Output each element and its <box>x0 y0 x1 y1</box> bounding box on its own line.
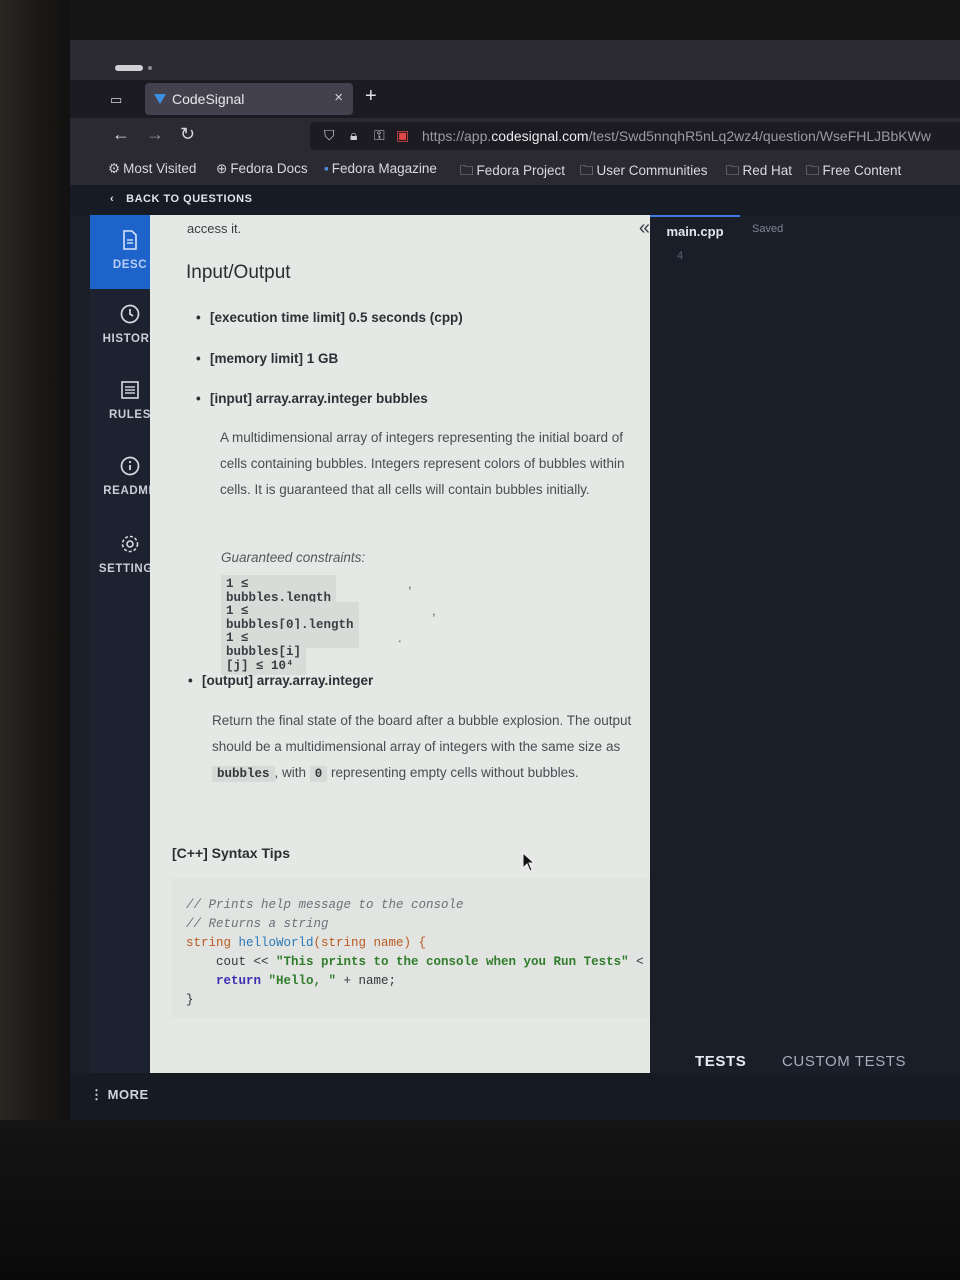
constraint-3: 1 ≤ bubbles[i][j] ≤ 10⁴ <box>221 629 307 675</box>
lock-icon[interactable]: 🔒︎ <box>350 127 357 144</box>
code-editor: main.cpp Saved 4 TESTS CUSTOM TESTS <box>650 215 960 1120</box>
editor-tabs: main.cpp Saved <box>650 215 960 243</box>
bookmark-free-content[interactable]: 🗀︎ Free Content <box>806 161 901 184</box>
photo-bezel-bottom <box>0 1120 960 1280</box>
window-handle-dot <box>148 66 152 70</box>
folder-icon: 🗀︎ <box>460 163 474 178</box>
mouse-cursor-icon <box>522 852 536 872</box>
info-icon <box>120 456 140 476</box>
codesignal-app: ‹ BACK TO QUESTIONS DESC HISTORY RULES RE… <box>70 185 960 1120</box>
tab-custom-tests[interactable]: CUSTOM TESTS <box>782 1053 906 1070</box>
constraint-3-punct: . <box>398 630 402 645</box>
constraint-1-punct: , <box>408 576 412 591</box>
back-arrow-icon[interactable]: ← <box>112 124 130 145</box>
window-handle <box>115 65 143 71</box>
collapse-panel-icon[interactable]: « <box>639 217 650 240</box>
output-description: Return the final state of the board afte… <box>212 713 632 782</box>
memory-limit-item: [memory limit] 1 GB <box>196 351 338 366</box>
tab-list-icon[interactable]: ▭ <box>110 92 126 107</box>
photo-bezel-top <box>70 0 960 40</box>
description-panel: access it. « Input/Output [execution tim… <box>150 215 675 1073</box>
document-icon <box>123 230 137 250</box>
tab-title: CodeSignal <box>172 91 245 107</box>
photo-bezel-left <box>0 0 70 1280</box>
globe-icon: ⊕ <box>216 161 228 176</box>
blocked-media-icon[interactable]: ▣ <box>396 127 409 144</box>
back-to-questions-link[interactable]: ‹ BACK TO QUESTIONS <box>110 193 252 205</box>
new-tab-button[interactable]: + <box>365 85 377 108</box>
forward-arrow-icon[interactable]: → <box>146 124 164 145</box>
tab-close-icon[interactable]: × <box>334 89 343 106</box>
bookmark-fedora-project[interactable]: 🗀︎ Fedora Project <box>460 161 565 184</box>
folder-icon: 🗀︎ <box>580 163 594 178</box>
codesignal-favicon-icon <box>154 94 166 104</box>
list-icon <box>121 381 139 399</box>
fm-icon: ▪ <box>324 161 329 176</box>
url-text: https://app.codesignal.com/test/Swd5nnqh… <box>422 128 931 144</box>
bookmarks-bar: ⚙ Most Visited ⊕ Fedora Docs ▪ Fedora Magaz… <box>70 154 960 185</box>
syntax-tips-title: [C++] Syntax Tips <box>172 845 291 861</box>
constraint-2-punct: , <box>432 603 436 618</box>
browser-tab[interactable]: CodeSignal × <box>145 83 353 115</box>
bookmark-most-visited[interactable]: ⚙ Most Visited <box>108 161 196 177</box>
clock-icon <box>120 304 140 324</box>
footer-bar: ⋮ MORE <box>70 1073 960 1120</box>
permissions-icon[interactable]: ⚿ <box>374 127 385 144</box>
more-button[interactable]: ⋮ MORE <box>90 1087 149 1103</box>
shield-icon[interactable]: ⛉ <box>324 127 335 144</box>
browser-chrome: ▭ CodeSignal × + ← → ↻ ⛉ 🔒︎ ⚿ ▣ https://… <box>70 40 960 185</box>
bookmark-fedora-docs[interactable]: ⊕ Fedora Docs <box>216 161 308 177</box>
description-top-text: access it. <box>187 221 242 236</box>
bookmark-red-hat[interactable]: 🗀︎ Red Hat <box>726 161 792 184</box>
code-example: // Prints help message to the console //… <box>172 878 672 1018</box>
url-bar[interactable]: ⛉ 🔒︎ ⚿ ▣ https://app.codesignal.com/test… <box>310 122 960 150</box>
folder-icon: 🗀︎ <box>726 163 740 178</box>
file-tab-main-cpp[interactable]: main.cpp <box>650 215 740 243</box>
saved-status: Saved <box>752 223 784 235</box>
time-limit-item: [execution time limit] 0.5 seconds (cpp) <box>196 310 463 325</box>
editor-area[interactable] <box>660 243 960 1043</box>
nav-bar: ← → ↻ ⛉ 🔒︎ ⚿ ▣ https://app.codesignal.co… <box>70 118 960 154</box>
input-item: [input] array.array.integer bubbles <box>196 391 428 406</box>
zero-code: 0 <box>309 766 328 782</box>
back-bar: ‹ BACK TO QUESTIONS <box>70 185 960 215</box>
output-item: [output] array.array.integer <box>188 673 373 688</box>
gear-icon <box>121 535 139 553</box>
chevron-left-icon: ‹ <box>110 193 115 205</box>
constraints-title: Guaranteed constraints: <box>221 550 366 565</box>
reload-icon[interactable]: ↻ <box>180 124 195 145</box>
bubbles-code: bubbles <box>212 766 275 782</box>
input-description: A multidimensional array of integers rep… <box>220 430 625 497</box>
folder-icon: 🗀︎ <box>806 163 820 178</box>
kebab-icon: ⋮ <box>90 1087 108 1102</box>
laptop-screen: ▭ CodeSignal × + ← → ↻ ⛉ 🔒︎ ⚿ ▣ https://… <box>70 40 960 1120</box>
tab-bar: ▭ CodeSignal × + <box>70 80 960 118</box>
gear-icon: ⚙ <box>108 161 121 176</box>
bookmark-user-communities[interactable]: 🗀︎ User Communities <box>580 161 708 184</box>
bookmark-fedora-magazine[interactable]: ▪ Fedora Magazine <box>324 161 437 176</box>
io-heading: Input/Output <box>186 262 291 283</box>
